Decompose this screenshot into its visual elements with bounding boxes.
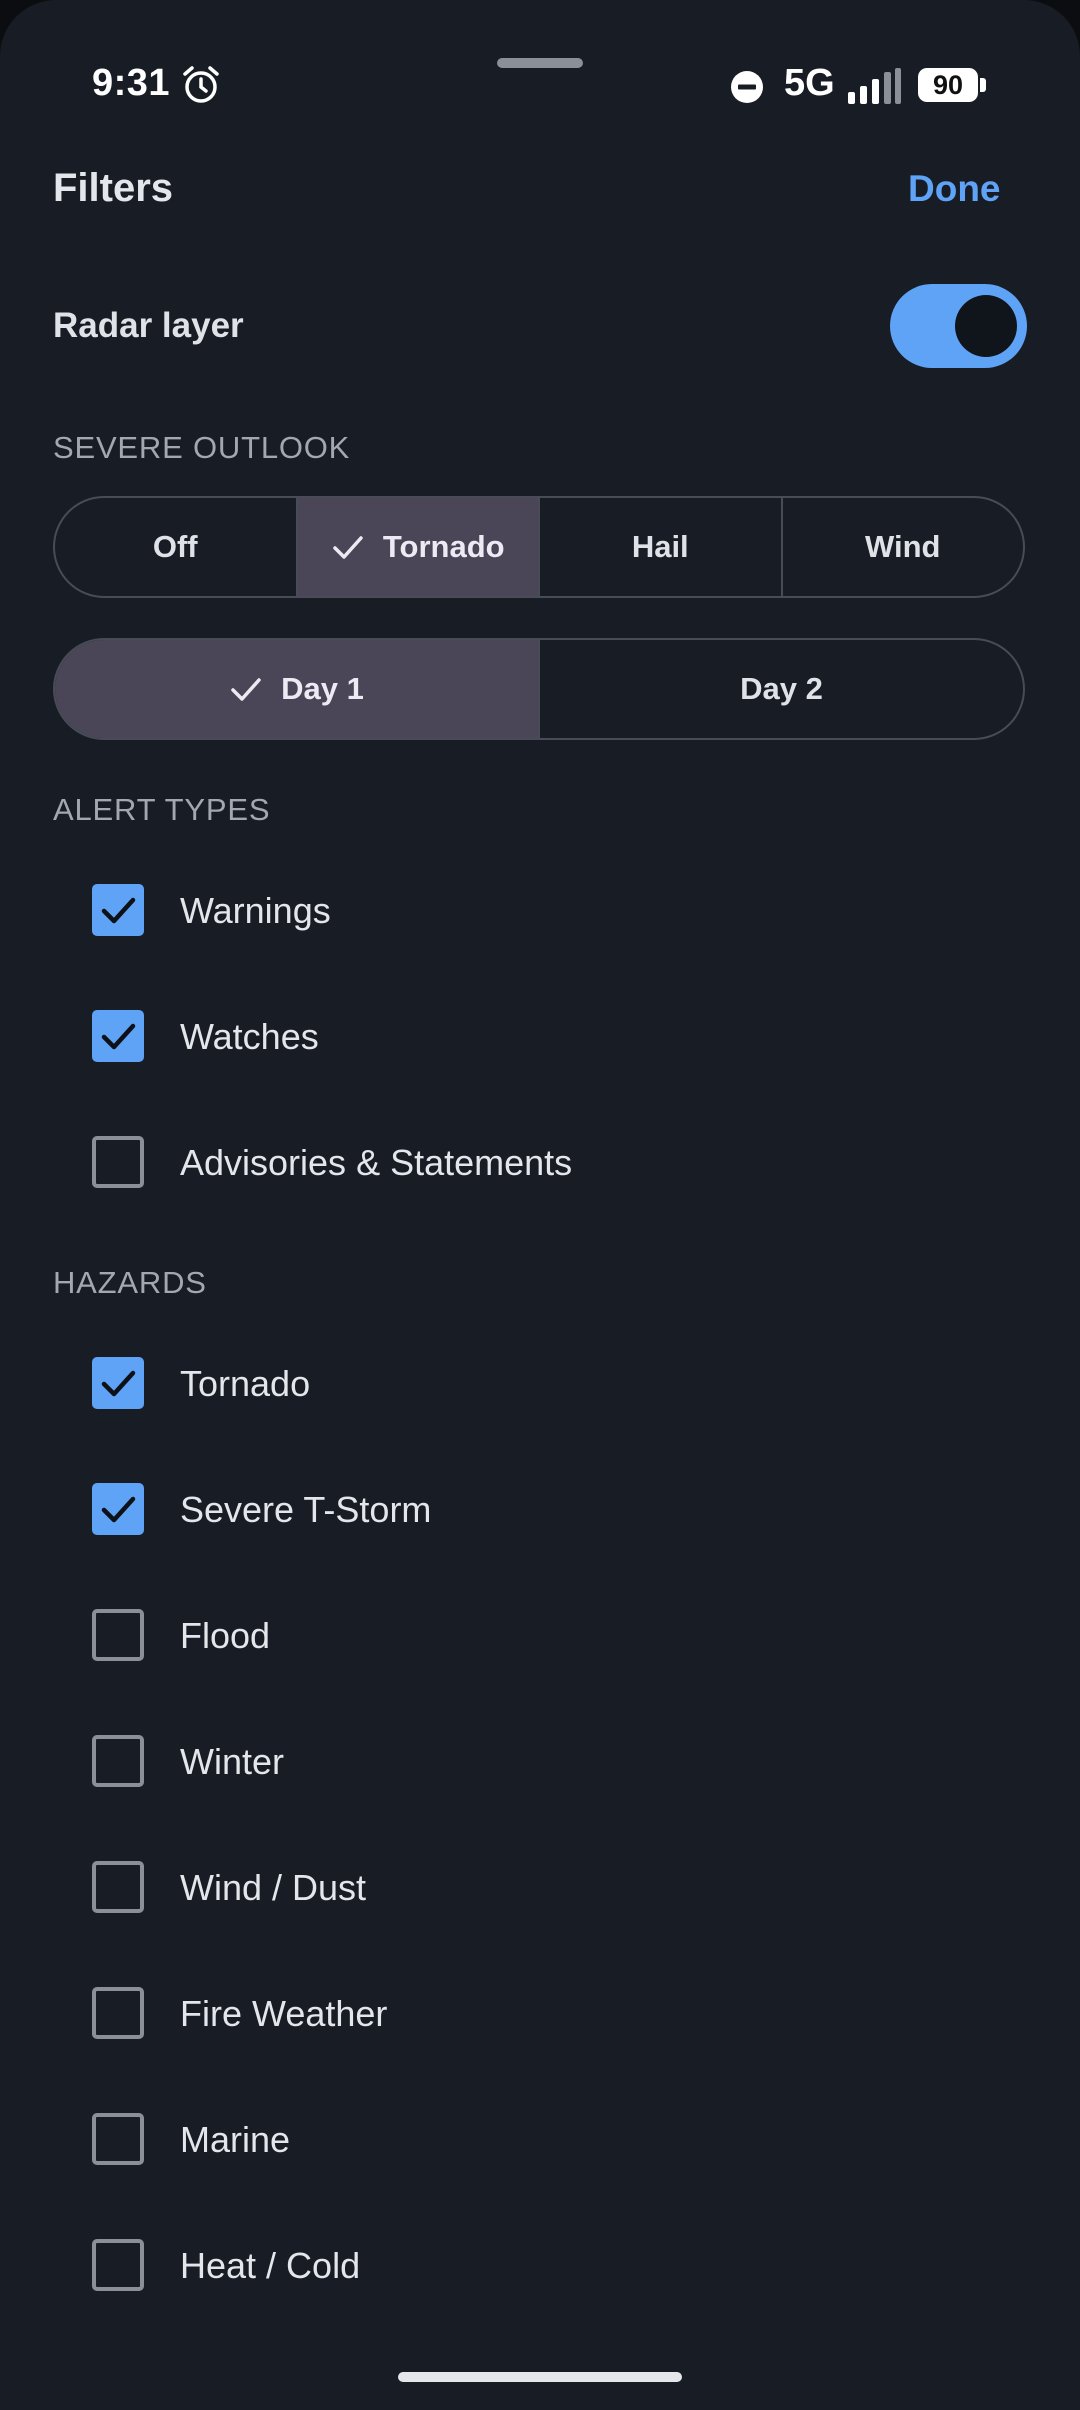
status-time: 9:31 (92, 62, 171, 104)
checkbox-label: Watches (180, 1016, 319, 1057)
checkbox-wind-dust[interactable]: Wind / Dust (0, 1833, 1080, 1943)
checkbox-label: Tornado (180, 1363, 311, 1404)
checkbox-label: Advisories & Statements (180, 1142, 573, 1183)
checkbox-label: Flood (180, 1615, 271, 1656)
radar-layer-toggle[interactable] (890, 284, 1027, 368)
severe-outlook-segmented-control: Off Tornado Hail Wind (53, 496, 1025, 598)
alert-types-header: ALERT TYPES (53, 792, 271, 827)
checkbox-label: Wind / Dust (180, 1867, 367, 1908)
check-icon (101, 1370, 136, 1397)
segment-wind[interactable]: Wind (780, 498, 1024, 596)
network-label: 5G (784, 62, 835, 104)
dnd-icon (730, 70, 764, 104)
check-icon (333, 536, 363, 559)
check-icon (231, 678, 261, 701)
checkbox-advisories-statements[interactable]: Advisories & Statements (0, 1108, 1080, 1218)
checkbox[interactable] (92, 2113, 144, 2165)
page-title: Filters (53, 166, 174, 210)
segment-hail[interactable]: Hail (538, 498, 781, 596)
status-bar: 9:31 5G 90 (0, 56, 1080, 116)
home-indicator[interactable] (398, 2372, 682, 2382)
checkbox-marine[interactable]: Marine (0, 2085, 1080, 2195)
checkbox-heat-cold[interactable]: Heat / Cold (0, 2211, 1080, 2321)
checkbox[interactable] (92, 1136, 144, 1188)
checkbox[interactable] (92, 1987, 144, 2039)
checkbox-label: Severe T-Storm (180, 1489, 432, 1530)
alarm-icon (180, 64, 222, 106)
segment-day-1[interactable]: Day 1 (55, 640, 538, 738)
checkbox-watches[interactable]: Watches (0, 982, 1080, 1092)
segment-label: Wind (865, 529, 941, 564)
severe-outlook-header: SEVERE OUTLOOK (53, 430, 351, 465)
checkbox[interactable] (92, 1609, 144, 1661)
segment-label: Day 2 (740, 671, 823, 706)
checkbox-tornado[interactable]: Tornado (0, 1329, 1080, 1439)
checkbox-label: Marine (180, 2119, 291, 2160)
checkbox[interactable] (92, 1861, 144, 1913)
segment-day-2[interactable]: Day 2 (538, 640, 1023, 738)
checkbox-flood[interactable]: Flood (0, 1581, 1080, 1691)
segment-label: Day 1 (281, 671, 364, 706)
checkbox[interactable] (92, 1483, 144, 1535)
checkbox-label: Fire Weather (180, 1993, 388, 2034)
checkbox-label: Heat / Cold (180, 2245, 361, 2286)
checkbox-label: Warnings (180, 890, 331, 931)
battery-icon: 90 (918, 68, 988, 104)
checkbox-severe-t-storm[interactable]: Severe T-Storm (0, 1455, 1080, 1565)
done-button[interactable]: Done (908, 168, 1001, 210)
checkbox-winter[interactable]: Winter (0, 1707, 1080, 1817)
segment-label: Hail (631, 529, 689, 564)
segment-off[interactable]: Off (55, 498, 296, 596)
hazards-header: HAZARDS (53, 1265, 207, 1300)
battery-level: 90 (918, 68, 978, 102)
checkbox[interactable] (92, 2239, 144, 2291)
signal-icon (846, 68, 902, 106)
checkbox[interactable] (92, 1010, 144, 1062)
check-icon (101, 1023, 136, 1050)
segment-label: Tornado (382, 529, 505, 564)
toggle-knob (955, 295, 1017, 357)
check-icon (101, 1496, 136, 1523)
checkbox[interactable] (92, 1357, 144, 1409)
segment-label: Off (152, 529, 198, 564)
checkbox[interactable] (92, 1735, 144, 1787)
checkbox-fire-weather[interactable]: Fire Weather (0, 1959, 1080, 2069)
check-icon (101, 897, 136, 924)
checkbox-warnings[interactable]: Warnings (0, 856, 1080, 966)
radar-layer-label: Radar layer (53, 306, 244, 345)
filters-sheet: 9:31 5G 90 Filters Done Radar layer SEVE… (0, 0, 1080, 2410)
checkbox[interactable] (92, 884, 144, 936)
checkbox-label: Winter (180, 1741, 285, 1782)
segment-tornado[interactable]: Tornado (295, 498, 538, 596)
outlook-day-segmented-control: Day 1 Day 2 (53, 638, 1025, 740)
